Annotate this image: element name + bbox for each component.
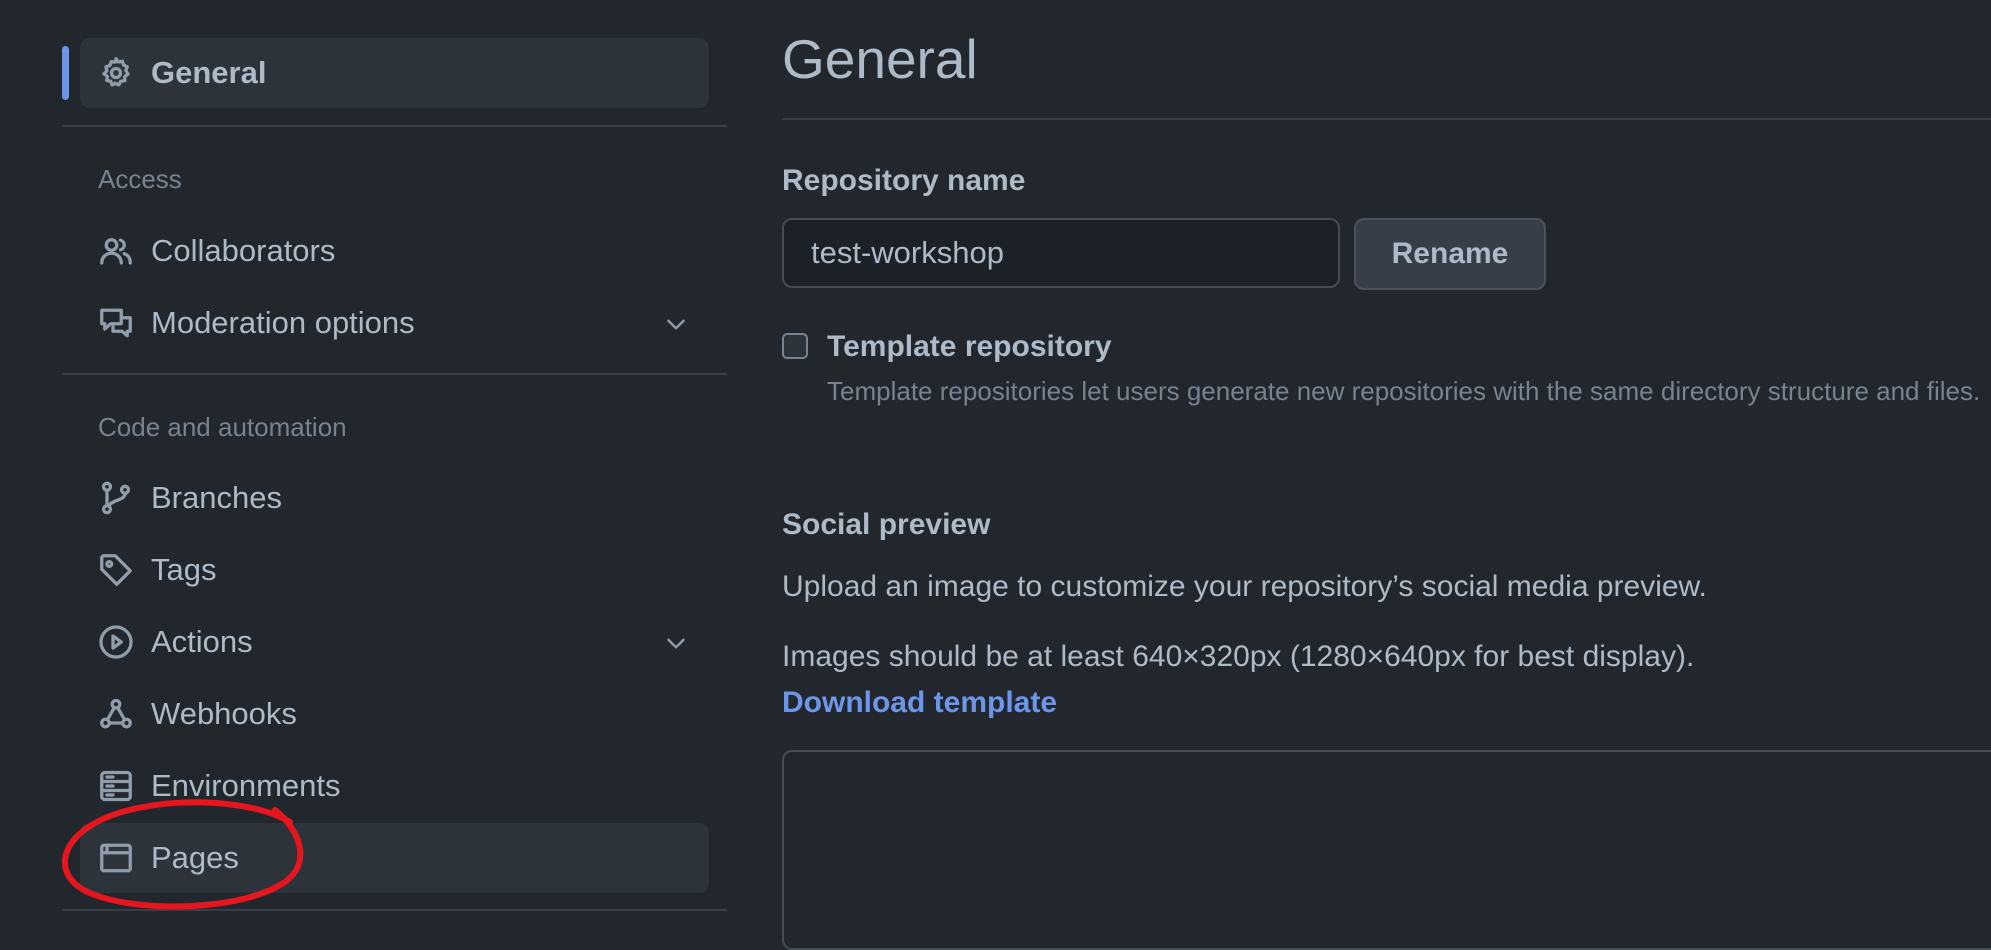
title-divider bbox=[782, 118, 1991, 120]
template-repository-label: Template repository bbox=[827, 330, 1112, 363]
repository-name-input[interactable] bbox=[782, 218, 1340, 288]
template-repository-checkbox[interactable] bbox=[782, 333, 808, 359]
page-title: General bbox=[782, 28, 978, 90]
social-preview-heading: Social preview bbox=[782, 508, 991, 541]
template-repository-description: Template repositories let users generate… bbox=[827, 376, 1981, 406]
social-preview-size-hint: Images should be at least 640×320px (128… bbox=[782, 640, 1695, 673]
social-preview-image-box[interactable] bbox=[782, 750, 1991, 950]
repository-name-label: Repository name bbox=[782, 164, 1026, 197]
rename-button[interactable]: Rename bbox=[1354, 218, 1546, 290]
social-preview-description: Upload an image to customize your reposi… bbox=[782, 570, 1707, 603]
download-template-link[interactable]: Download template bbox=[782, 686, 1057, 720]
